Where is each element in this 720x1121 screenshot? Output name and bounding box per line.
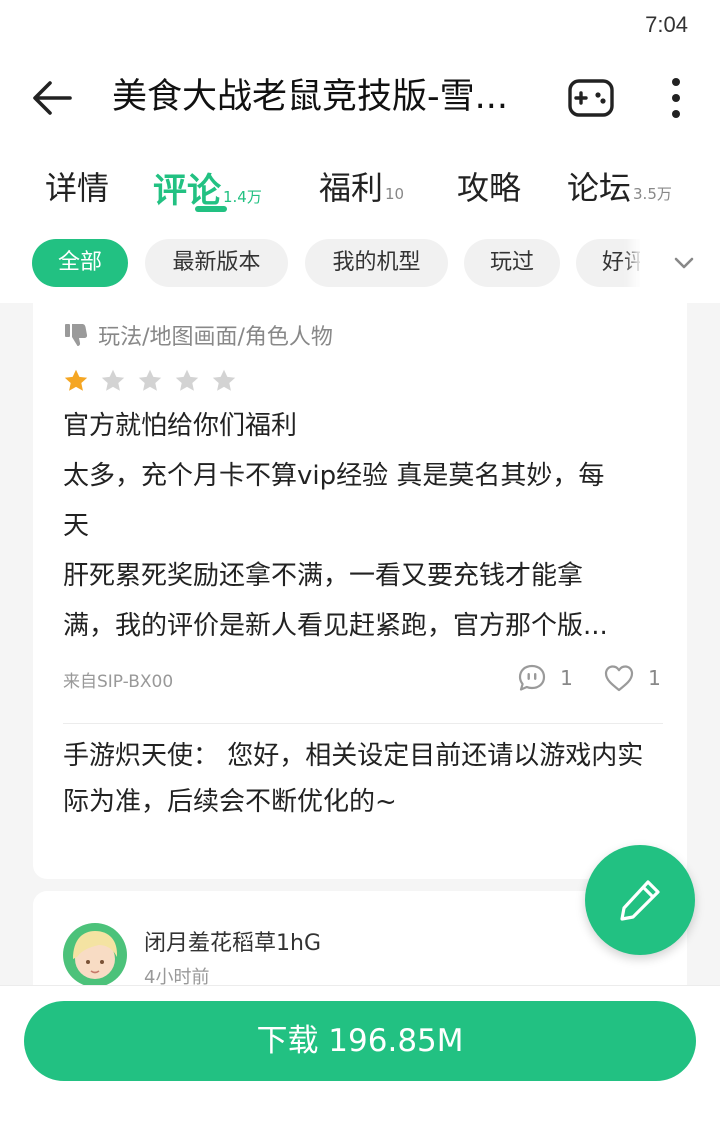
star-empty-icon [213, 369, 236, 391]
avatar[interactable] [63, 923, 127, 985]
device-label: 来自SIP-BX00 [63, 672, 174, 692]
back-button[interactable] [28, 74, 76, 122]
tab-count: 1.4万 [223, 188, 262, 206]
chevron-down-icon [674, 257, 694, 269]
user-name[interactable]: 闭月羞花稻草1hG [144, 925, 321, 957]
comment-button[interactable]: 1 [517, 663, 573, 695]
star-rating [63, 368, 243, 398]
filter-chip-latest-version[interactable]: 最新版本 [145, 239, 288, 287]
like-count: 1 [648, 666, 661, 690]
review-text-line: 肝死累死奖励还拿不满，一看又要充钱才能拿 [63, 561, 584, 591]
review-text-line: 官方就怕给你们福利 [63, 411, 298, 441]
tab-benefits[interactable]: 福利 10 [319, 163, 404, 213]
filter-chip-my-device[interactable]: 我的机型 [305, 239, 448, 287]
pencil-icon [620, 880, 660, 921]
tab-bar: 详情 评论 1.4万 福利 10 攻略 论坛 3.5万 [0, 145, 720, 225]
review-tags-text: 玩法/地图画面/角色人物 [98, 325, 333, 350]
star-filled-icon [64, 369, 88, 391]
tab-details[interactable]: 详情 [45, 163, 109, 213]
download-button[interactable]: 下载 196.85M [24, 1001, 696, 1081]
review-tags: 玩法/地图画面/角色人物 [63, 319, 333, 350]
tab-label: 评论 [153, 171, 221, 211]
page-title: 美食大战老鼠竞技版-雪... [112, 77, 509, 117]
comment-count: 1 [560, 666, 573, 690]
tab-forum[interactable]: 论坛 3.5万 [567, 163, 672, 213]
developer-reply: 手游炽天使： 您好，相关设定目前还请以游戏内实际为准，后续会不断优化的~ [63, 741, 644, 817]
user-avatar-image [63, 923, 127, 985]
active-tab-indicator [195, 206, 227, 212]
review-text-line: 太多，充个月卡不算vip经验 真是莫名其妙，每 [63, 461, 605, 491]
filter-chip-all[interactable]: 全部 [32, 239, 128, 287]
gamepad-icon [568, 79, 614, 117]
filter-chip-played[interactable]: 玩过 [464, 239, 560, 287]
review-text-line: 天 [63, 511, 90, 541]
star-empty-icon [139, 369, 162, 391]
tab-label: 详情 [45, 169, 110, 207]
filter-expand-area[interactable] [640, 225, 720, 303]
filter-bar: 全部 最新版本 我的机型 玩过 好评 [0, 225, 720, 303]
status-time: 7:04 [645, 12, 688, 37]
back-arrow-icon [33, 81, 72, 115]
divider [63, 723, 663, 724]
heart-icon [604, 665, 634, 692]
write-review-button[interactable] [585, 845, 695, 955]
comment-bubble-icon [518, 664, 546, 691]
review-text-line: 满，我的评价是新人看见赶紧跑，官方那个版... [63, 611, 608, 641]
more-options-button[interactable] [660, 74, 692, 122]
tab-count: 10 [385, 185, 405, 203]
star-empty-icon [101, 369, 125, 391]
review-card: 玩法/地图画面/角色人物 官方就怕给你们福利 太多，充个月卡不算vip经验 真是… [33, 303, 687, 879]
more-vertical-icon [672, 78, 680, 118]
game-center-button[interactable] [566, 74, 616, 122]
tab-label: 论坛 [567, 169, 632, 207]
post-time: 4小时前 [144, 967, 210, 985]
review-text[interactable]: 官方就怕给你们福利 太多，充个月卡不算vip经验 真是莫名其妙，每 天 肝死累死… [63, 401, 653, 651]
tab-label: 福利 [319, 169, 384, 207]
status-bar: 7:04 [0, 0, 720, 50]
thumbs-down-icon [65, 324, 88, 346]
like-button[interactable]: 1 [603, 663, 661, 695]
tab-label: 攻略 [457, 169, 522, 207]
header: 美食大战老鼠竞技版-雪... [0, 50, 720, 145]
bottom-bar: 下载 196.85M [0, 985, 720, 1121]
star-empty-icon [176, 369, 199, 391]
tab-guides[interactable]: 攻略 [457, 163, 521, 213]
tab-count: 3.5万 [633, 185, 672, 203]
